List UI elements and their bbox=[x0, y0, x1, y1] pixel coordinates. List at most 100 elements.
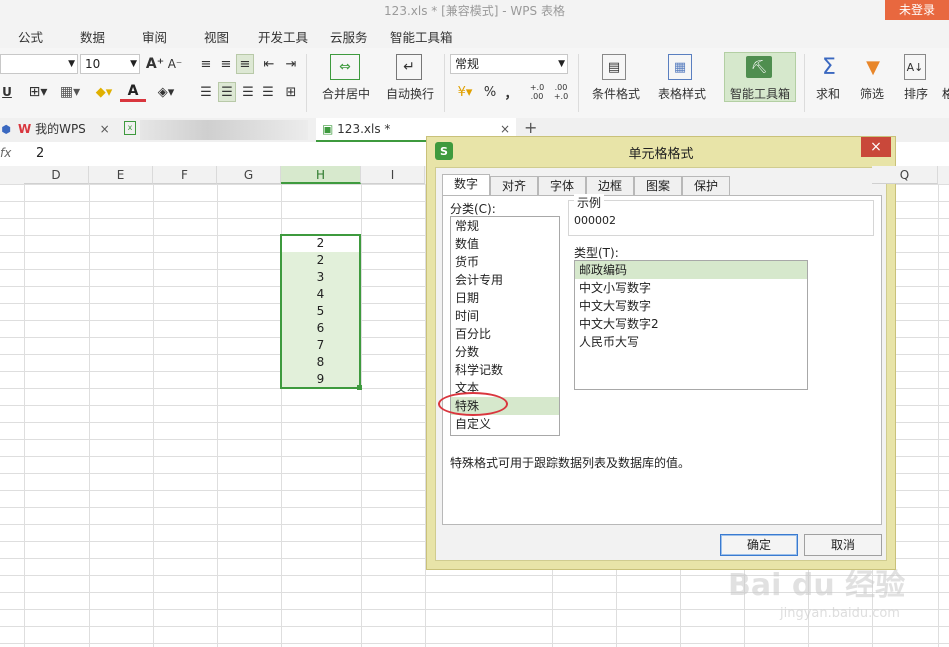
type-item[interactable]: 中文大写数字 bbox=[579, 297, 651, 315]
clear-format-icon[interactable]: ◈▾ bbox=[152, 82, 180, 102]
merge-center-button[interactable]: 合并居中 bbox=[314, 85, 378, 102]
align-right-icon[interactable]: ☰ bbox=[240, 82, 256, 102]
menu-developer[interactable]: 开发工具 bbox=[258, 27, 308, 46]
login-button[interactable]: 未登录 bbox=[885, 0, 949, 20]
increase-font-icon[interactable]: A⁺ bbox=[146, 54, 164, 74]
menu-review[interactable]: 审阅 bbox=[142, 27, 167, 46]
conditional-format-button[interactable]: 条件格式 bbox=[582, 85, 650, 102]
increase-decimal-button[interactable]: +.0 .00 bbox=[526, 82, 548, 102]
tab-pattern[interactable]: 图案 bbox=[634, 176, 682, 196]
comma-button[interactable]: ， bbox=[502, 82, 520, 102]
align-center-icon[interactable]: ☰ bbox=[218, 82, 236, 102]
cube-icon[interactable]: ⬢ bbox=[0, 121, 12, 137]
dialog-title-bar[interactable]: S 单元格格式 × bbox=[427, 137, 895, 165]
menu-cloud[interactable]: 云服务 bbox=[330, 27, 368, 46]
dialog-close-button[interactable]: × bbox=[861, 137, 891, 157]
cell-border-style-icon[interactable]: ▦▾ bbox=[56, 82, 84, 102]
font-color-icon[interactable]: A bbox=[120, 82, 146, 102]
category-item[interactable]: 百分比 bbox=[455, 325, 491, 343]
column-header-e[interactable]: E bbox=[89, 166, 153, 184]
align-bottom-icon[interactable]: ≡ bbox=[236, 54, 254, 74]
conditional-format-icon[interactable]: ▤ bbox=[602, 54, 626, 80]
align-left-icon[interactable]: ☰ bbox=[198, 82, 214, 102]
category-item[interactable]: 自定义 bbox=[455, 415, 491, 433]
distributed-align-icon[interactable]: ⊞ bbox=[282, 82, 300, 102]
currency-icon[interactable]: ¥▾ bbox=[452, 82, 478, 102]
wrap-text-button[interactable]: 自动换行 bbox=[382, 85, 438, 102]
column-header-i[interactable]: I bbox=[361, 166, 425, 184]
column-header-g[interactable]: G bbox=[217, 166, 281, 184]
watermark-url: jingyan.baidu.com bbox=[780, 606, 900, 621]
ribbon-separator bbox=[804, 54, 805, 112]
decrease-font-icon[interactable]: A⁻ bbox=[166, 54, 184, 74]
percent-button[interactable]: % bbox=[480, 82, 500, 102]
category-item[interactable]: 货币 bbox=[455, 253, 479, 271]
table-style-icon[interactable]: ▦ bbox=[668, 54, 692, 80]
column-header-f[interactable]: F bbox=[153, 166, 217, 184]
align-middle-icon[interactable]: ≡ bbox=[218, 54, 234, 74]
menu-view[interactable]: 视图 bbox=[204, 27, 229, 46]
number-format-combo[interactable]: 常规 ▼ bbox=[450, 54, 568, 74]
font-name-combo[interactable]: ▼ bbox=[0, 54, 78, 74]
column-header-d[interactable]: D bbox=[24, 166, 89, 184]
filter-button[interactable]: 筛选 bbox=[852, 85, 892, 102]
tab-my-wps-label: 我的WPS bbox=[35, 122, 86, 136]
type-list[interactable]: 邮政编码 中文小写数字 中文大写数字 中文大写数字2 人民币大写 bbox=[574, 260, 808, 390]
smart-toolbox-button[interactable]: 智能工具箱 bbox=[726, 85, 794, 102]
type-item[interactable]: 中文小写数字 bbox=[579, 279, 651, 297]
increase-indent-icon[interactable]: ⇥ bbox=[282, 54, 300, 74]
format-description: 特殊格式可用于跟踪数据列表及数据库的值。 bbox=[450, 456, 691, 470]
filter-icon[interactable]: ▼ bbox=[860, 54, 886, 80]
tab-font[interactable]: 字体 bbox=[538, 176, 586, 196]
merge-center-icon[interactable]: ⇔ bbox=[330, 54, 360, 80]
category-item[interactable]: 数值 bbox=[455, 235, 479, 253]
tab-number[interactable]: 数字 bbox=[442, 174, 490, 196]
decrease-indent-icon[interactable]: ⇤ bbox=[260, 54, 278, 74]
menu-data[interactable]: 数据 bbox=[80, 27, 105, 46]
category-item[interactable]: 时间 bbox=[455, 307, 479, 325]
sum-icon[interactable]: Σ bbox=[816, 54, 842, 80]
toolbox-icon[interactable]: ⛏ bbox=[746, 56, 772, 78]
wrap-text-icon[interactable]: ↵ bbox=[396, 54, 422, 80]
close-icon[interactable]: × bbox=[100, 122, 110, 136]
new-tab-button[interactable]: + bbox=[524, 118, 537, 137]
category-item[interactable]: 常规 bbox=[455, 217, 479, 235]
font-size-combo[interactable]: 10 ▼ bbox=[80, 54, 140, 74]
border-icon[interactable]: ⊞▾ bbox=[26, 82, 50, 102]
fill-handle[interactable] bbox=[357, 385, 362, 390]
decrease-decimal-button[interactable]: .00 +.0 bbox=[550, 82, 572, 102]
cancel-button[interactable]: 取消 bbox=[804, 534, 882, 556]
column-header-h[interactable]: H bbox=[281, 166, 361, 184]
menu-smart-toolbox[interactable]: 智能工具箱 bbox=[390, 27, 453, 46]
table-style-button[interactable]: 表格样式 bbox=[648, 85, 716, 102]
category-item[interactable]: 会计专用 bbox=[455, 271, 503, 289]
font-size-value: 10 bbox=[85, 57, 101, 71]
type-item[interactable]: 中文大写数字2 bbox=[579, 315, 659, 333]
category-item[interactable]: 科学记数 bbox=[455, 361, 503, 379]
grid-line bbox=[153, 184, 154, 647]
sort-button[interactable]: 排序 bbox=[896, 85, 936, 102]
justify-icon[interactable]: ☰ bbox=[260, 82, 276, 102]
tab-my-wps[interactable]: W 我的WPS × bbox=[18, 118, 118, 142]
menu-formula[interactable]: 公式 bbox=[18, 27, 43, 46]
ok-button[interactable]: 确定 bbox=[720, 534, 798, 556]
more-ribbon-icon[interactable]: 格 bbox=[942, 85, 949, 99]
underline-icon[interactable]: U bbox=[0, 82, 14, 102]
column-header-q[interactable]: Q bbox=[872, 166, 938, 184]
align-top-icon[interactable]: ≡ bbox=[198, 54, 214, 74]
fx-icon[interactable]: fx bbox=[0, 146, 11, 160]
category-item[interactable]: 日期 bbox=[455, 289, 479, 307]
fill-color-icon[interactable]: ◆▾ bbox=[90, 82, 118, 102]
formula-input[interactable]: 2 bbox=[36, 146, 44, 161]
tab-protection[interactable]: 保护 bbox=[682, 176, 730, 196]
ribbon-separator bbox=[578, 54, 579, 112]
tab-border[interactable]: 边框 bbox=[586, 176, 634, 196]
dialog-body: 数字 对齐 字体 边框 图案 保护 分类(C): 常规 数值 货币 会计专用 日… bbox=[435, 167, 887, 561]
category-item[interactable]: 分数 bbox=[455, 343, 479, 361]
sort-icon[interactable]: A↓ bbox=[904, 54, 926, 80]
type-item-selected[interactable]: 邮政编码 bbox=[575, 261, 807, 279]
tab-alignment[interactable]: 对齐 bbox=[490, 176, 538, 196]
type-item[interactable]: 人民币大写 bbox=[579, 333, 639, 351]
sum-button[interactable]: 求和 bbox=[808, 85, 848, 102]
blurred-tab[interactable] bbox=[140, 120, 308, 140]
